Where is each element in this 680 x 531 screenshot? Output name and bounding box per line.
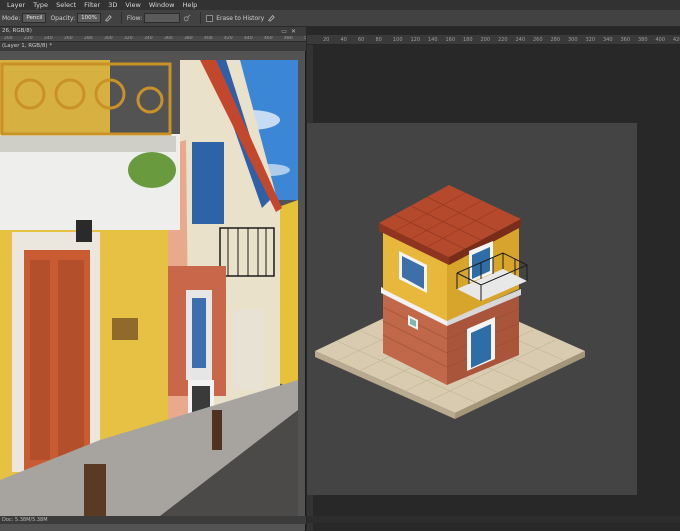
document-size-text: Doc: 5.38M/5.38M [2, 517, 48, 523]
isometric-house-artwork [315, 185, 585, 419]
menu-bar: Layer Type Select Filter 3D View Window Help [0, 0, 680, 10]
ruler-tick-label: 320 [585, 37, 596, 43]
menu-item-view[interactable]: View [125, 0, 140, 10]
document-status-bar: Doc: 5.38M/5.38M [0, 516, 306, 524]
ruler-tick-label: 20 [323, 37, 330, 43]
ruler-tick-label: 420 [673, 37, 680, 43]
ruler-tick-label: 240 [515, 37, 526, 43]
ruler-tick-label: 260 [533, 37, 543, 43]
opacity-field[interactable]: 100% [77, 13, 101, 23]
ruler-tick-label: 280 [550, 37, 561, 43]
ruler-tick-label: 360 [620, 37, 631, 43]
ruler-tick-label: 220 [498, 37, 508, 43]
flow-field[interactable] [144, 13, 181, 23]
menu-item-3d[interactable]: 3D [108, 0, 117, 10]
airbrush-icon[interactable] [183, 14, 191, 22]
ruler-tick-label: 100 [393, 37, 403, 43]
ruler-tick-label: 300 [568, 37, 578, 43]
erase-history-checkbox[interactable] [206, 14, 214, 22]
ruler-tick-label: 140 [428, 37, 438, 43]
erase-history-option: Erase to History [206, 14, 275, 22]
document-inner-title-text: (Layer 1, RGB/8) * [2, 43, 53, 49]
ruler-tick-label: 200 [480, 37, 491, 43]
menu-item-window[interactable]: Window [149, 0, 175, 10]
workspace-scrollbar[interactable] [307, 516, 680, 523]
ruler-tick-label: 340 [603, 37, 613, 43]
flow-label: Flow: [126, 14, 143, 22]
ruler-tick-label: 60 [358, 37, 365, 43]
main-horizontal-ruler: 20 40 60 80 100 120 140 160 180 200 220 240 260 280 30… [307, 35, 680, 45]
tool-options-bar: Mode: Pencil Opacity: 100% Flow: Erase t… [0, 10, 680, 27]
street-facade-image [0, 60, 298, 516]
document-inner-title: (Layer 1, RGB/8) * [0, 42, 306, 51]
ruler-tick-label: 80 [375, 37, 382, 43]
ruler-tick-label: 400 [655, 37, 666, 43]
close-icon: ✕ [290, 28, 300, 35]
mode-option: Mode: Pencil [2, 13, 47, 23]
window-controls[interactable]: ▭✕ [281, 27, 300, 36]
ruler-tick-label: 120 [410, 37, 421, 43]
options-separator [200, 12, 202, 24]
opacity-option: Opacity: 100% [50, 13, 112, 23]
menu-item-select[interactable]: Select [56, 0, 76, 10]
pixel-art-canvas[interactable] [307, 123, 637, 495]
ruler-tick-label: 380 [638, 37, 648, 43]
menu-item-help[interactable]: Help [182, 0, 197, 10]
document-tab-title: 26, RGB/8) [2, 28, 32, 34]
reference-photo [0, 60, 298, 516]
menu-item-filter[interactable]: Filter [84, 0, 100, 10]
mode-dropdown[interactable]: Pencil [22, 13, 47, 23]
document-tab[interactable]: 26, RGB/8) ▭✕ [0, 27, 306, 36]
opacity-label: Opacity: [50, 14, 76, 22]
pressure-size-icon[interactable] [267, 14, 275, 22]
options-separator [120, 12, 122, 24]
menu-item-layer[interactable]: Layer [7, 0, 25, 10]
ruler-tick-label: 160 [445, 37, 456, 43]
pressure-opacity-icon[interactable] [104, 14, 112, 22]
ruler-tick-label: 40 [340, 37, 347, 43]
mode-label: Mode: [2, 14, 21, 22]
menu-item-type[interactable]: Type [33, 0, 48, 10]
erase-history-label: Erase to History [216, 14, 265, 22]
minimize-icon: ▭ [281, 28, 291, 35]
flow-option: Flow: [127, 13, 191, 23]
ruler-tick-label: 180 [463, 37, 473, 43]
